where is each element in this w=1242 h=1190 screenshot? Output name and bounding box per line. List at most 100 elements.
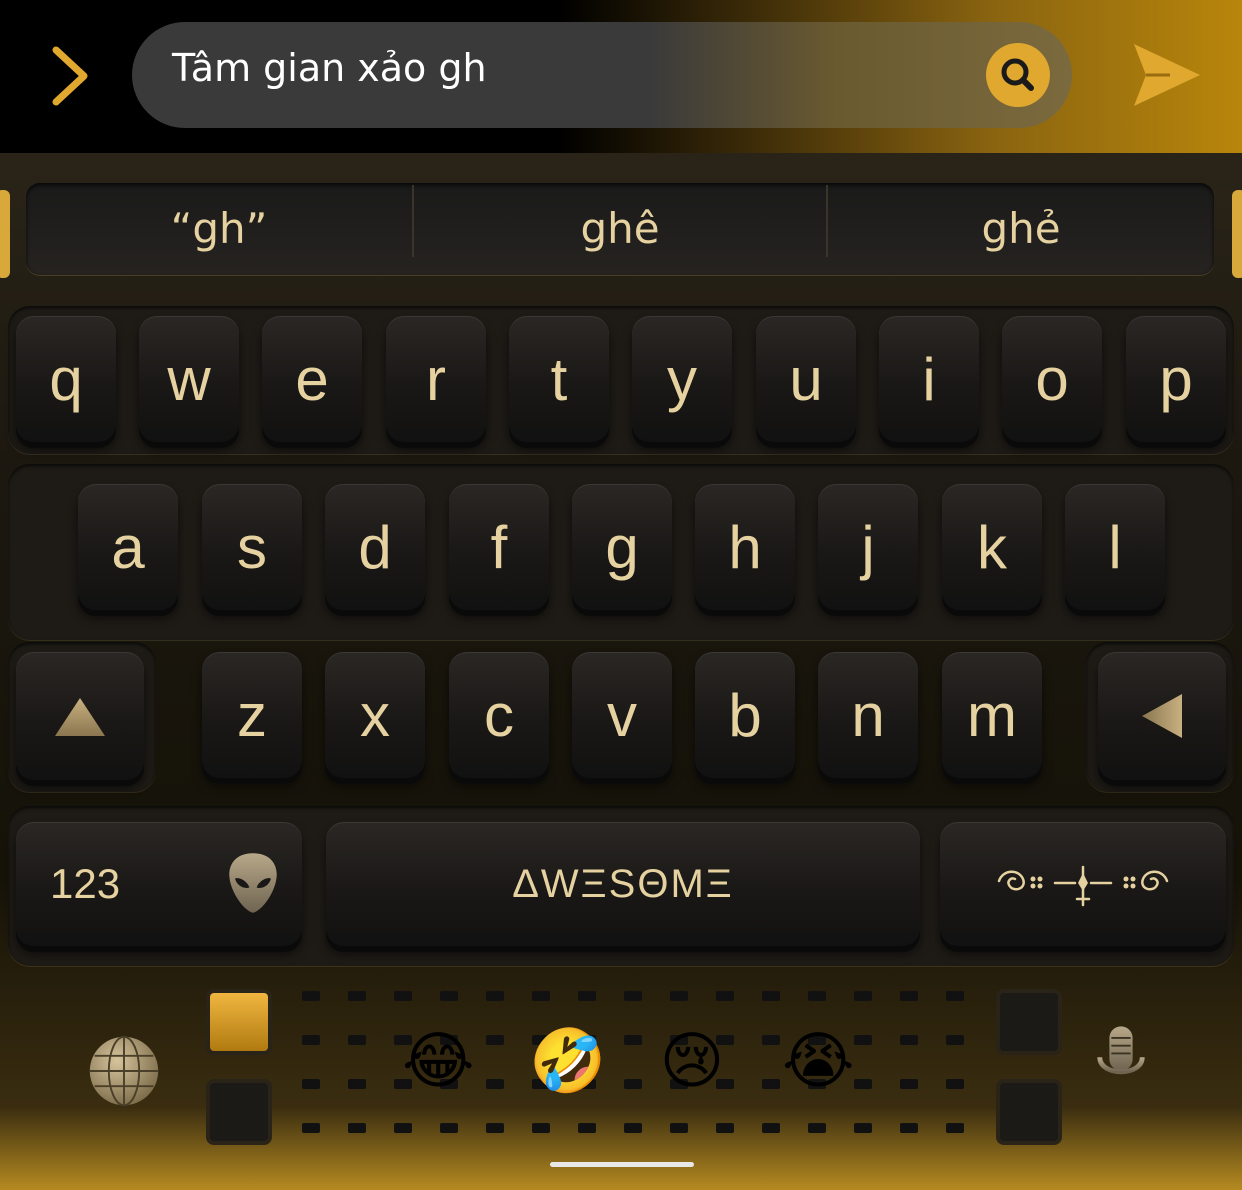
backspace-key[interactable]: [1098, 652, 1226, 780]
grille-dot: [348, 991, 366, 1001]
grille-dot: [946, 1079, 964, 1089]
key-y[interactable]: y: [632, 316, 732, 442]
grille-dot: [624, 1079, 642, 1089]
key-label: x: [360, 681, 390, 749]
key-k[interactable]: k: [942, 484, 1042, 610]
suggestion-1[interactable]: “gh”: [26, 183, 412, 275]
key-n[interactable]: n: [818, 652, 918, 778]
key-label: l: [1108, 513, 1122, 581]
left-side-tab: [0, 190, 10, 278]
grille-dot: [394, 991, 412, 1001]
chevron-right-icon[interactable]: [48, 44, 92, 108]
key-f[interactable]: f: [449, 484, 549, 610]
key-label: r: [426, 345, 446, 413]
key-w[interactable]: w: [139, 316, 239, 442]
key-label: e: [295, 345, 329, 413]
grille-dot: [808, 1123, 826, 1133]
key-label: t: [550, 345, 568, 413]
grille-dot: [302, 1079, 320, 1089]
grille-dot: [578, 991, 596, 1001]
grille-dot: [302, 1123, 320, 1133]
microphone-icon[interactable]: [1092, 1021, 1150, 1111]
suggestion-bar: “gh” ghê ghẻ: [26, 183, 1214, 275]
search-input-text[interactable]: Tâm gian xảo gh: [172, 46, 487, 90]
key-label: y: [667, 345, 697, 413]
key-r[interactable]: r: [386, 316, 486, 442]
key-label: j: [861, 513, 875, 581]
key-m[interactable]: m: [942, 652, 1042, 778]
key-label: d: [358, 513, 392, 581]
return-key[interactable]: [940, 822, 1226, 946]
key-i[interactable]: i: [879, 316, 979, 442]
suggestion-3[interactable]: ghẻ: [828, 183, 1214, 275]
grille-dot: [670, 991, 688, 1001]
grille-dot: [900, 1035, 918, 1045]
key-o[interactable]: o: [1002, 316, 1102, 442]
emoji-crying[interactable]: 😢: [656, 1025, 728, 1097]
grille-dot: [624, 991, 642, 1001]
key-q[interactable]: q: [16, 316, 116, 442]
key-z[interactable]: z: [202, 652, 302, 778]
key-s[interactable]: s: [202, 484, 302, 610]
key-label: s: [237, 513, 267, 581]
home-indicator[interactable]: [550, 1162, 694, 1167]
key-u[interactable]: u: [756, 316, 856, 442]
search-button[interactable]: [986, 43, 1050, 107]
grille-dot: [440, 991, 458, 1001]
key-label: m: [967, 681, 1017, 749]
grille-dot: [808, 991, 826, 1001]
key-label: k: [977, 513, 1007, 581]
grille-dot: [440, 1123, 458, 1133]
grille-dot: [854, 991, 872, 1001]
numbers-key[interactable]: 123: [16, 822, 302, 946]
key-j[interactable]: j: [818, 484, 918, 610]
shift-key[interactable]: [16, 652, 144, 780]
grille-dot: [762, 1079, 780, 1089]
key-h[interactable]: h: [695, 484, 795, 610]
space-label: ΔWΞSΘMΞ: [512, 861, 734, 906]
emoji-rolling-laughing[interactable]: 🤣: [529, 1025, 606, 1097]
key-label: w: [167, 345, 211, 413]
key-d[interactable]: d: [325, 484, 425, 610]
grille-dot: [946, 991, 964, 1001]
grille-dot: [302, 991, 320, 1001]
key-e[interactable]: e: [262, 316, 362, 442]
grille-dot: [946, 1123, 964, 1133]
suggestion-2[interactable]: ghê: [414, 183, 826, 275]
key-label: n: [851, 681, 885, 749]
key-l[interactable]: l: [1065, 484, 1165, 610]
indicator-light-off: [1000, 1083, 1058, 1141]
grille-dot: [486, 1079, 504, 1089]
key-x[interactable]: x: [325, 652, 425, 778]
key-v[interactable]: v: [572, 652, 672, 778]
grille-dot: [394, 1123, 412, 1133]
grille-dot: [624, 1123, 642, 1133]
grille-dot: [302, 1035, 320, 1045]
grille-dot: [624, 1035, 642, 1045]
globe-icon[interactable]: [86, 1033, 162, 1109]
indicator-light-on: [210, 993, 268, 1051]
grille-dot: [486, 991, 504, 1001]
grille-dot: [854, 1035, 872, 1045]
key-c[interactable]: c: [449, 652, 549, 778]
key-label: q: [49, 345, 83, 413]
search-field[interactable]: Tâm gian xảo gh: [132, 22, 1072, 128]
key-label: o: [1035, 345, 1069, 413]
grille-dot: [348, 1123, 366, 1133]
backspace-left-triangle-icon: [1142, 694, 1182, 738]
key-label: c: [484, 681, 514, 749]
key-b[interactable]: b: [695, 652, 795, 778]
send-icon[interactable]: [1130, 40, 1204, 110]
key-g[interactable]: g: [572, 484, 672, 610]
key-t[interactable]: t: [509, 316, 609, 442]
key-label: z: [237, 681, 267, 749]
emoji-loudly-crying[interactable]: 😭: [782, 1025, 854, 1097]
emoji-laughing-tears[interactable]: 😂: [402, 1025, 474, 1097]
grille-dot: [486, 1035, 504, 1045]
space-key[interactable]: ΔWΞSΘMΞ: [326, 822, 920, 946]
alien-head-icon: [229, 853, 277, 913]
grille-dot: [532, 1123, 550, 1133]
key-a[interactable]: a: [78, 484, 178, 610]
grille-dot: [532, 991, 550, 1001]
key-p[interactable]: p: [1126, 316, 1226, 442]
